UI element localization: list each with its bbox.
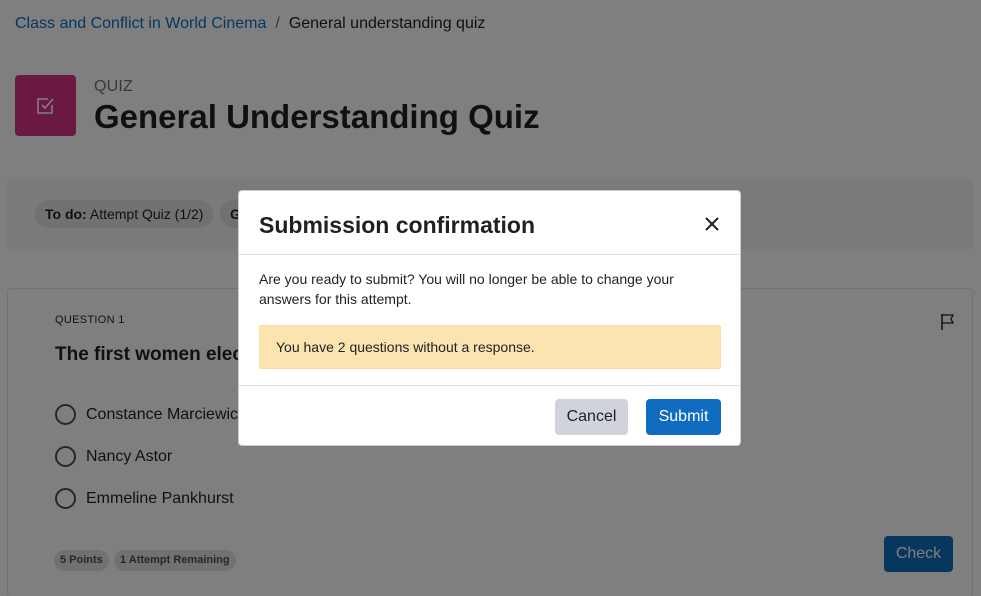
modal-message: Are you ready to submit? You will no lon… <box>259 271 674 307</box>
submission-confirmation-dialog: Submission confirmation Are you ready to… <box>238 190 741 446</box>
submit-button[interactable]: Submit <box>646 399 721 435</box>
modal-body: Are you ready to submit? You will no lon… <box>239 256 740 386</box>
modal-footer: Cancel Submit <box>239 385 740 445</box>
modal-header: Submission confirmation <box>239 191 740 255</box>
cancel-button[interactable]: Cancel <box>555 399 628 435</box>
modal-title: Submission confirmation <box>259 212 536 238</box>
close-icon[interactable] <box>703 215 721 233</box>
unanswered-warning: You have 2 questions without a response. <box>259 325 721 369</box>
